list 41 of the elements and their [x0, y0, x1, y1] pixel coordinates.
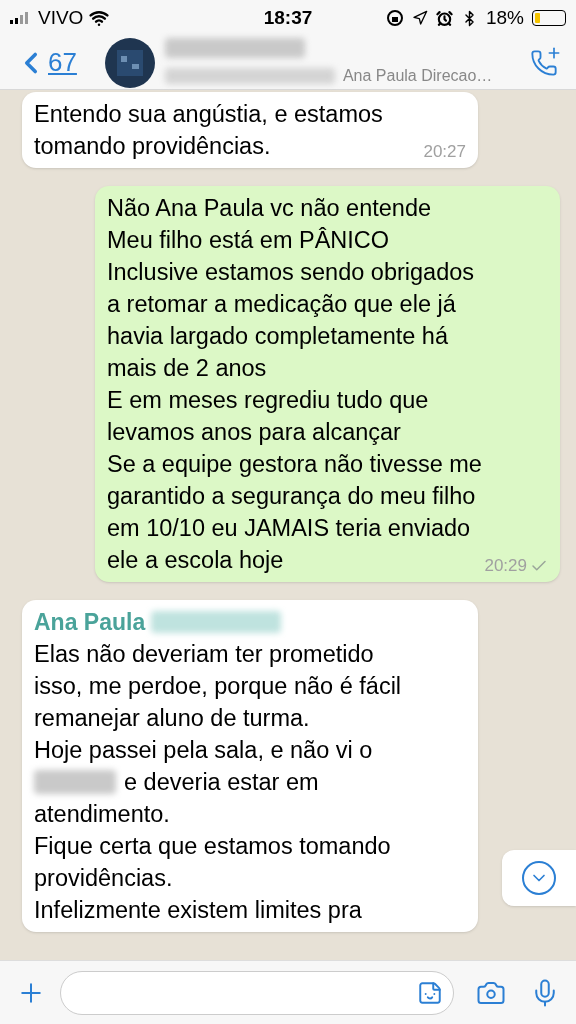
- location-icon: [412, 10, 428, 26]
- message-text: Fique certa que estamos tomando: [34, 832, 391, 861]
- carrier-name: VIVO: [38, 5, 84, 30]
- scroll-down-button[interactable]: [502, 850, 576, 906]
- battery-icon: [532, 10, 566, 26]
- message-text: E em meses regrediu tudo que: [107, 386, 429, 415]
- sender-name: Ana Paula: [34, 608, 146, 637]
- message-text: Meu filho está em PÂNICO: [107, 226, 390, 255]
- message-text: Infelizmente existem limites pra: [34, 896, 362, 925]
- message-text: atendimento.: [34, 800, 170, 829]
- message-text: e deveria estar em: [124, 768, 319, 797]
- message-text: havia largado completamente há: [107, 322, 448, 351]
- message-text: Elas não deveriam ter prometido: [34, 640, 374, 669]
- message-text: Entendo sua angústia, e estamos: [34, 100, 383, 129]
- message-text: isso, me perdoe, porque não é fácil: [34, 672, 402, 701]
- message-time: 20:29: [484, 555, 527, 577]
- sticker-icon[interactable]: [417, 979, 443, 1006]
- clock-time: 18:37: [263, 5, 313, 30]
- message-input-field[interactable]: [60, 970, 454, 1015]
- message-text: garantido a segurança do meu filho: [107, 482, 476, 511]
- message-text: a retomar a medicação que ele já: [107, 290, 456, 319]
- message-text: Se a equipe gestora não tivesse me: [107, 450, 482, 479]
- message-text: mais de 2 anos: [107, 354, 267, 383]
- back-button[interactable]: 67: [14, 43, 77, 82]
- message-text: levamos anos para alcançar: [107, 418, 401, 447]
- phone-icon: [530, 48, 558, 77]
- message-text: em 10/10 eu JAMAIS teria enviado: [107, 514, 471, 543]
- message-text: Hoje passei pela sala, e não vi o: [34, 736, 373, 765]
- message-time: 20:27: [423, 141, 466, 163]
- wifi-icon: [89, 8, 110, 28]
- group-avatar: [104, 37, 155, 88]
- message-text: ele a escola hoje: [107, 546, 284, 575]
- battery-percent: 18%: [486, 5, 524, 30]
- message-text: Não Ana Paula vc não entende: [107, 194, 432, 223]
- alarm-icon: [436, 9, 453, 27]
- message-text: providências.: [34, 864, 173, 893]
- message-text: tomando providências.: [34, 132, 271, 161]
- chat-subtitle: Ana Paula Direcao…: [342, 65, 493, 86]
- message-text: remanejar aluno de turma.: [34, 704, 310, 733]
- message-text: Inclusive estamos sendo obrigados: [107, 258, 475, 287]
- rotation-lock-icon: [386, 9, 404, 27]
